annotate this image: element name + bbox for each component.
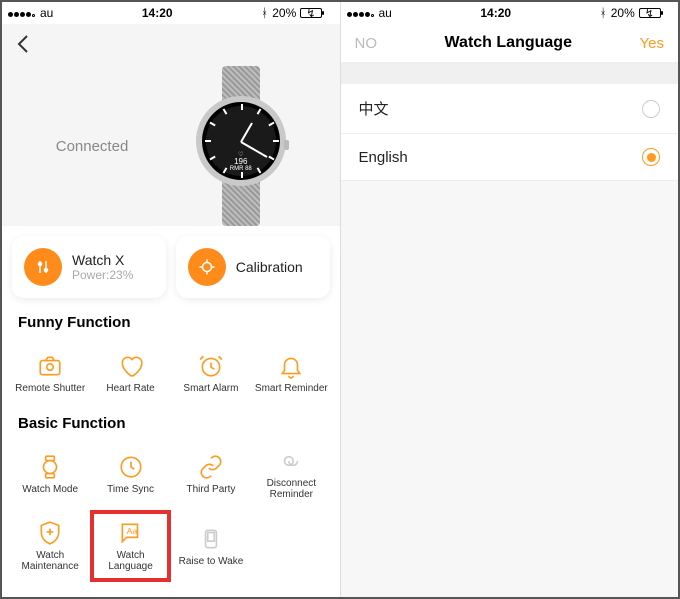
camera-icon: [37, 353, 63, 379]
remote-shutter-button[interactable]: Remote Shutter: [10, 337, 90, 409]
shield-plus-icon: [37, 520, 63, 546]
device-icon: [198, 526, 224, 552]
funny-function-grid: Remote Shutter Heart Rate Smart Alarm Sm…: [2, 337, 340, 409]
no-button[interactable]: NO: [355, 35, 378, 52]
third-party-label: Third Party: [186, 484, 235, 495]
hr-unit: RMR 88: [230, 166, 252, 172]
language-option-english[interactable]: English: [341, 134, 679, 181]
bell-icon: [278, 353, 304, 379]
device-header: Connected ♡196RMR 88: [2, 24, 340, 226]
raise-to-wake-button[interactable]: Raise to Wake: [171, 510, 251, 582]
battery-icon: ↯: [300, 7, 333, 20]
disconnect-reminder-label: Disconnect Reminder: [251, 478, 331, 500]
calibration-card[interactable]: Calibration: [176, 236, 330, 298]
back-button[interactable]: [12, 32, 36, 56]
link-icon: [198, 454, 224, 480]
watch-mode-button[interactable]: Watch Mode: [10, 438, 90, 510]
two-phone-screens: au 14:20 ᚼ 20% ↯ Connected ♡196: [0, 0, 680, 599]
svg-text:Aa: Aa: [126, 526, 137, 536]
status-time-r: 14:20: [480, 6, 511, 20]
status-left-r: au: [347, 6, 392, 20]
option-english-label: English: [359, 149, 408, 166]
heart-rate-button[interactable]: Heart Rate: [90, 337, 170, 409]
sliders-icon: [24, 248, 62, 286]
option-chinese-label: 中文: [359, 98, 389, 119]
smart-alarm-label: Smart Alarm: [183, 383, 238, 394]
battery-pct-r: 20%: [611, 6, 635, 20]
alarm-icon: [198, 353, 224, 379]
status-cards: Watch X Power:23% Calibration: [2, 226, 340, 308]
section-separator: [341, 62, 679, 84]
watch-image: ♡196RMR 88: [176, 66, 306, 226]
calibration-label: Calibration: [236, 259, 303, 275]
radio-unselected-icon: [642, 100, 660, 118]
language-option-chinese[interactable]: 中文: [341, 84, 679, 134]
disconnect-reminder-button[interactable]: Disconnect Reminder: [251, 438, 331, 510]
smart-alarm-button[interactable]: Smart Alarm: [171, 337, 251, 409]
screen-language: au 14:20 ᚼ 20% ↯ NO Watch Language Yes 中…: [340, 2, 679, 597]
heart-icon: [118, 353, 144, 379]
connected-label: Connected: [36, 138, 129, 155]
carrier-label-r: au: [379, 6, 392, 20]
heart-rate-label: Heart Rate: [106, 383, 154, 394]
watch-mode-label: Watch Mode: [22, 484, 78, 495]
signal-dots-icon: [8, 6, 36, 20]
watch-name: Watch X: [72, 252, 133, 268]
page-title: Watch Language: [445, 34, 572, 52]
watch-maintenance-button[interactable]: Watch Maintenance: [10, 510, 90, 582]
status-time: 14:20: [142, 6, 173, 20]
remote-shutter-label: Remote Shutter: [15, 383, 85, 394]
target-icon: [188, 248, 226, 286]
time-sync-button[interactable]: Time Sync: [90, 438, 170, 510]
watch-language-label: Watch Language: [94, 550, 166, 572]
bluetooth-icon: ᚼ: [600, 6, 607, 20]
smart-reminder-button[interactable]: Smart Reminder: [251, 337, 331, 409]
carrier-label: au: [40, 6, 53, 20]
watch-icon: [37, 454, 63, 480]
status-bar-right: au 14:20 ᚼ 20% ↯: [341, 2, 679, 24]
status-right-r: ᚼ 20% ↯: [600, 6, 672, 20]
screen-device: au 14:20 ᚼ 20% ↯ Connected ♡196: [2, 2, 340, 597]
battery-pct: 20%: [272, 6, 296, 20]
basic-function-header: Basic Function: [2, 409, 340, 438]
watch-language-button[interactable]: Aa Watch Language: [90, 510, 170, 582]
bluetooth-icon: ᚼ: [261, 6, 268, 20]
smart-reminder-label: Smart Reminder: [255, 383, 328, 394]
time-sync-label: Time Sync: [107, 484, 154, 495]
empty-area: [341, 181, 679, 597]
watch-maintenance-label: Watch Maintenance: [10, 550, 90, 572]
third-party-button[interactable]: Third Party: [171, 438, 251, 510]
language-navbar: NO Watch Language Yes: [341, 24, 679, 62]
infinity-icon: [278, 448, 304, 474]
status-left: au: [8, 6, 53, 20]
watch-power: Power:23%: [72, 268, 133, 282]
hr-value: 196: [230, 158, 252, 166]
yes-button[interactable]: Yes: [640, 35, 664, 52]
status-bar: au 14:20 ᚼ 20% ↯: [2, 2, 340, 24]
battery-icon: ↯: [639, 7, 672, 20]
watch-x-card[interactable]: Watch X Power:23%: [12, 236, 166, 298]
funny-function-header: Funny Function: [2, 308, 340, 337]
basic-function-grid: Watch Mode Time Sync Third Party Disconn…: [2, 438, 340, 582]
radio-selected-icon: [642, 148, 660, 166]
language-icon: Aa: [118, 520, 144, 546]
status-right: ᚼ 20% ↯: [261, 6, 333, 20]
signal-dots-icon: [347, 6, 375, 20]
raise-to-wake-label: Raise to Wake: [179, 556, 244, 567]
sync-icon: [118, 454, 144, 480]
